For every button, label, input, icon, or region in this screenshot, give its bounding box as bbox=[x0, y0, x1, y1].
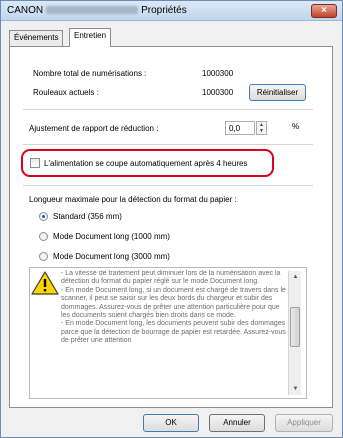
reduction-input[interactable]: 0,0 bbox=[225, 121, 255, 135]
radio-standard-label[interactable]: Standard (356 mm) bbox=[53, 212, 122, 221]
properties-dialog: CANON Propriétés × Événements Entretien N… bbox=[0, 0, 343, 438]
notes-text: - La vitesse de traitement peut diminuer… bbox=[61, 270, 287, 398]
title-bar: CANON Propriétés × bbox=[1, 1, 342, 21]
reset-button[interactable]: Réinitialiser bbox=[249, 84, 306, 101]
radio-long-1000[interactable] bbox=[39, 232, 48, 241]
reduction-unit: % bbox=[292, 122, 300, 131]
separator bbox=[23, 109, 313, 110]
spin-down-icon[interactable]: ▼ bbox=[257, 128, 266, 134]
ok-button[interactable]: OK bbox=[143, 414, 199, 432]
total-scans-label: Nombre total de numérisations : bbox=[33, 69, 147, 78]
rollers-value: 1000300 bbox=[202, 88, 234, 97]
close-button[interactable]: × bbox=[311, 4, 337, 18]
notes-scrollbar[interactable]: ▲ ▼ bbox=[288, 271, 301, 395]
radio-long-3000-label[interactable]: Mode Document long (3000 mm) bbox=[53, 252, 170, 261]
note-1: - La vitesse de traitement peut diminuer… bbox=[61, 270, 281, 286]
scroll-thumb[interactable] bbox=[290, 307, 300, 347]
redacted-model-name bbox=[46, 6, 139, 15]
power-off-checkbox[interactable] bbox=[30, 158, 40, 168]
total-scans-value: 1000300 bbox=[202, 69, 234, 78]
separator bbox=[23, 185, 313, 186]
warning-icon bbox=[31, 271, 59, 295]
rollers-label: Rouleaux actuels : bbox=[33, 88, 99, 97]
cancel-button[interactable]: Annuler bbox=[209, 414, 265, 432]
tab-entretien[interactable]: Entretien bbox=[69, 28, 112, 47]
title-suffix: Propriétés bbox=[141, 5, 187, 16]
note-3: - En mode Document long, les documents p… bbox=[61, 320, 286, 345]
note-2: - En mode Document long, si un document … bbox=[61, 286, 286, 320]
scroll-down-icon[interactable]: ▼ bbox=[291, 385, 300, 393]
reduction-label: Ajustement de rapport de réduction : bbox=[29, 124, 159, 133]
radio-long-3000[interactable] bbox=[39, 252, 48, 261]
paper-length-label: Longueur maximale pour la détection du f… bbox=[29, 195, 237, 204]
reduction-spinner[interactable]: ▲ ▼ bbox=[256, 121, 267, 135]
radio-long-1000-label[interactable]: Mode Document long (1000 mm) bbox=[53, 232, 170, 241]
separator bbox=[23, 144, 313, 145]
power-off-label[interactable]: L'alimentation se coupe automatiquement … bbox=[44, 159, 247, 168]
tab-evenements[interactable]: Événements bbox=[9, 30, 64, 46]
scroll-up-icon[interactable]: ▲ bbox=[291, 273, 300, 281]
title-prefix: CANON bbox=[7, 5, 44, 16]
window-title: CANON Propriétés bbox=[7, 5, 187, 16]
radio-standard[interactable] bbox=[39, 212, 48, 221]
apply-button[interactable]: Appliquer bbox=[275, 414, 333, 432]
